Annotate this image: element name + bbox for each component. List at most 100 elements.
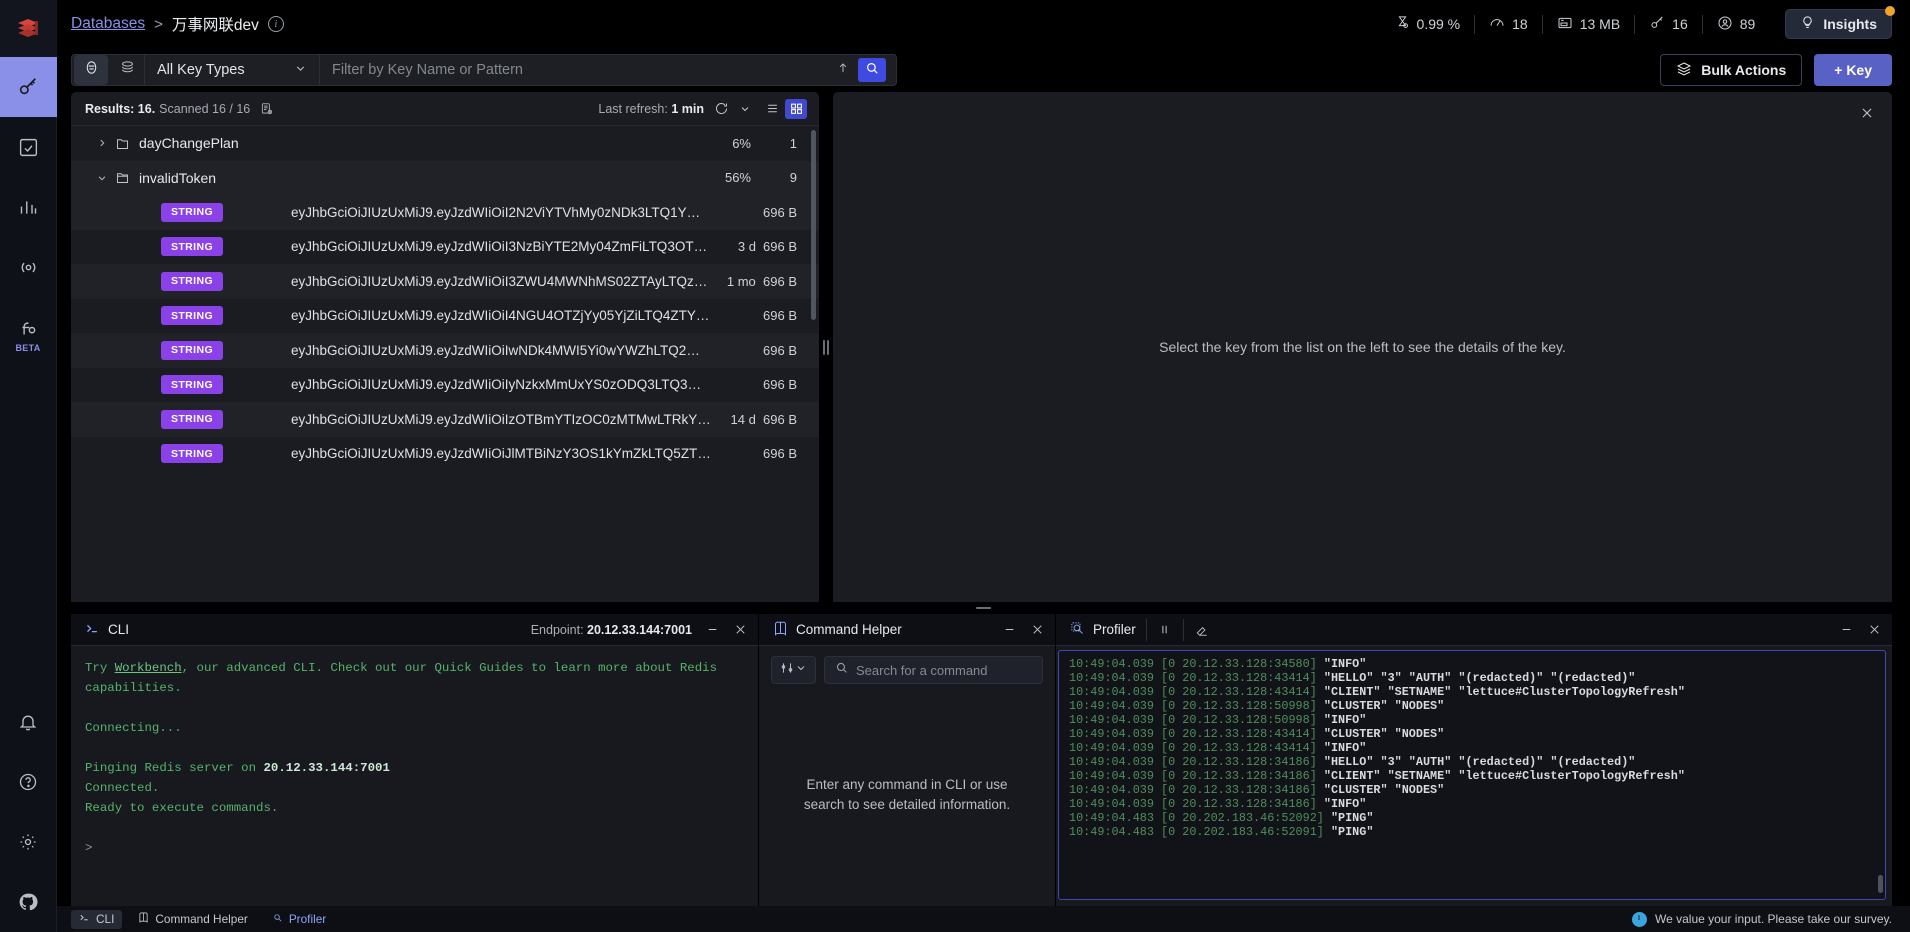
sidebar-item-triggers[interactable]: BETA bbox=[0, 297, 57, 357]
key-size: 696 B bbox=[763, 204, 797, 220]
key-row[interactable]: STRING eyJhbGciOiJIUzUxMiJ9.eyJzdWIiOiI4… bbox=[71, 299, 819, 334]
workbench-link[interactable]: Workbench bbox=[115, 661, 182, 675]
chevron-right-icon bbox=[97, 138, 115, 148]
profiler-scrollbar[interactable] bbox=[1878, 875, 1883, 893]
bulk-actions-button[interactable]: Bulk Actions bbox=[1660, 54, 1803, 86]
chevron-down-icon bbox=[795, 661, 807, 679]
close-icon[interactable] bbox=[1029, 622, 1045, 638]
status-bar-right: We value your input. Please take our sur… bbox=[1631, 911, 1892, 927]
folder-count: 9 bbox=[789, 170, 797, 186]
refresh-icon[interactable] bbox=[714, 101, 729, 116]
close-icon[interactable] bbox=[1866, 622, 1882, 638]
survey-text[interactable]: We value your input. Please take our sur… bbox=[1655, 912, 1892, 926]
key-type-badge: STRING bbox=[161, 271, 223, 291]
key-name: eyJhbGciOiJIUzUxMiJ9.eyJzdWIiOiI4NGU4OTZ… bbox=[291, 308, 713, 324]
clear-icon[interactable] bbox=[1194, 622, 1210, 638]
horizontal-resize-handle[interactable] bbox=[819, 92, 833, 602]
profiler-title-label: Profiler bbox=[1093, 622, 1136, 637]
sidebar-item-github[interactable] bbox=[0, 872, 57, 932]
sort-icon[interactable] bbox=[836, 61, 850, 80]
sidebar-item-workbench[interactable] bbox=[0, 117, 57, 177]
cli-header-actions: Endpoint: 20.12.33.144:7001 bbox=[531, 622, 748, 638]
profiler-panel: Profiler 10:49:04.039 [0 20.12.33.128:34… bbox=[1056, 614, 1892, 906]
command-helper-search-row bbox=[771, 656, 1043, 684]
profiler-output[interactable]: 10:49:04.039 [0 20.12.33.128:34580] "INF… bbox=[1058, 650, 1886, 900]
add-key-button[interactable]: + Key bbox=[1814, 54, 1892, 86]
sidebar-item-notifications[interactable] bbox=[0, 692, 57, 752]
keys-stat: 16 bbox=[1635, 15, 1702, 34]
dock-panels: CLI Endpoint: 20.12.33.144:7001 Try Work… bbox=[57, 614, 1910, 906]
sidebar-item-analysis[interactable] bbox=[0, 177, 57, 237]
key-type-badge: STRING bbox=[161, 237, 223, 257]
minimize-icon[interactable] bbox=[704, 622, 720, 638]
terminal-icon bbox=[85, 621, 100, 639]
layers-icon bbox=[119, 59, 136, 81]
tree-folder-row[interactable]: dayChangePlan 6% 1 bbox=[71, 126, 819, 161]
clients-value: 89 bbox=[1739, 16, 1756, 32]
sidebar-item-pubsub[interactable] bbox=[0, 237, 57, 297]
key-row[interactable]: STRING eyJhbGciOiJIUzUxMiJ9.eyJzdWIiOiIz… bbox=[71, 402, 819, 437]
key-icon bbox=[17, 76, 39, 98]
filter-icon-button[interactable] bbox=[74, 55, 108, 85]
insights-button[interactable]: Insights bbox=[1785, 6, 1895, 39]
key-type-badge: STRING bbox=[161, 340, 223, 360]
minimize-icon[interactable] bbox=[1001, 622, 1017, 638]
close-icon[interactable] bbox=[732, 622, 748, 638]
search-button[interactable] bbox=[858, 58, 886, 82]
command-search-input[interactable] bbox=[856, 662, 1032, 678]
cli-panel: CLI Endpoint: 20.12.33.144:7001 Try Work… bbox=[71, 614, 759, 906]
chevron-down-icon[interactable] bbox=[739, 103, 751, 115]
key-row[interactable]: STRING eyJhbGciOiJIUzUxMiJ9.eyJzdWIiOiIy… bbox=[71, 368, 819, 403]
cli-prompt[interactable]: > bbox=[85, 838, 744, 858]
key-row[interactable]: STRING eyJhbGciOiJIUzUxMiJ9.eyJzdWIiOiI3… bbox=[71, 264, 819, 299]
tree-folder-row[interactable]: invalidToken 56% 9 bbox=[71, 160, 819, 195]
sidebar-item-settings[interactable] bbox=[0, 812, 57, 872]
edit-icon bbox=[18, 137, 39, 158]
close-icon[interactable] bbox=[1858, 104, 1876, 122]
breadcrumb-databases-link[interactable]: Databases bbox=[71, 15, 145, 33]
cpu-icon bbox=[1395, 15, 1410, 33]
memory-value: 13 MB bbox=[1579, 16, 1621, 32]
memory-icon bbox=[1557, 15, 1573, 34]
cli-line-pinging: Pinging Redis server on 20.12.33.144:700… bbox=[85, 758, 744, 778]
status-tab-cli[interactable]: CLI bbox=[71, 909, 123, 929]
status-tab-profiler[interactable]: Profiler bbox=[264, 910, 334, 929]
key-row[interactable]: STRING eyJhbGciOiJIUzUxMiJ9.eyJzdWIiOiI2… bbox=[71, 195, 819, 230]
book-icon bbox=[138, 912, 149, 926]
tree-view-button[interactable] bbox=[785, 98, 807, 119]
info-icon[interactable]: i bbox=[267, 16, 284, 32]
beta-badge: BETA bbox=[15, 343, 41, 353]
key-size: 696 B bbox=[763, 411, 797, 427]
key-row[interactable]: STRING eyJhbGciOiJIUzUxMiJ9.eyJzdWIiOiJl… bbox=[71, 437, 819, 472]
key-list-scroll[interactable]: dayChangePlan 6% 1 invalidToken 56% 9 ST… bbox=[71, 126, 819, 602]
key-name: eyJhbGciOiJIUzUxMiJ9.eyJzdWIiOiI3ZWU4MWN… bbox=[291, 273, 712, 289]
profiler-title: Profiler bbox=[1070, 621, 1136, 639]
scan-settings-icon[interactable] bbox=[260, 102, 274, 116]
search-icon bbox=[865, 61, 879, 80]
cli-output[interactable]: Try Workbench, our advanced CLI. Check o… bbox=[71, 646, 758, 906]
key-list-scrollbar[interactable] bbox=[811, 130, 816, 320]
status-tab-command-helper[interactable]: Command Helper bbox=[130, 910, 255, 929]
cli-endpoint-label: Endpoint: bbox=[530, 622, 584, 637]
minimize-icon[interactable] bbox=[1838, 622, 1854, 638]
pause-icon[interactable] bbox=[1157, 622, 1173, 638]
search-input[interactable] bbox=[332, 62, 828, 78]
key-row[interactable]: STRING eyJhbGciOiJIUzUxMiJ9.eyJzdWIiOiI3… bbox=[71, 230, 819, 265]
cpu-value: 0.99 % bbox=[1416, 16, 1461, 32]
profiler-log-line: 10:49:04.039 [0 20.12.33.128:43414] "CLI… bbox=[1069, 685, 1685, 699]
command-helper-header: Command Helper bbox=[759, 614, 1055, 646]
scan-more-button[interactable] bbox=[110, 55, 144, 85]
list-view-button[interactable] bbox=[761, 99, 783, 119]
key-type-select[interactable]: All Key Types bbox=[145, 55, 319, 85]
bottom-dock: CLI Endpoint: 20.12.33.144:7001 Try Work… bbox=[57, 614, 1910, 932]
profiler-log-line: 10:49:04.039 [0 20.12.33.128:43414] "HEL… bbox=[1069, 671, 1636, 685]
sidebar-item-browser[interactable] bbox=[0, 57, 57, 117]
key-row[interactable]: STRING eyJhbGciOiJIUzUxMiJ9.eyJzdWIiOiIw… bbox=[71, 333, 819, 368]
folder-percent: 56% bbox=[724, 170, 751, 186]
key-name: eyJhbGciOiJIUzUxMiJ9.eyJzdWIiOiIwNDk4MWI… bbox=[291, 342, 711, 358]
vertical-resize-handle[interactable] bbox=[57, 602, 1910, 614]
command-group-select[interactable] bbox=[771, 656, 816, 684]
sidebar-item-help[interactable] bbox=[0, 752, 57, 812]
folder-icon bbox=[115, 136, 130, 151]
last-refresh-label: Last refresh: bbox=[598, 101, 668, 116]
